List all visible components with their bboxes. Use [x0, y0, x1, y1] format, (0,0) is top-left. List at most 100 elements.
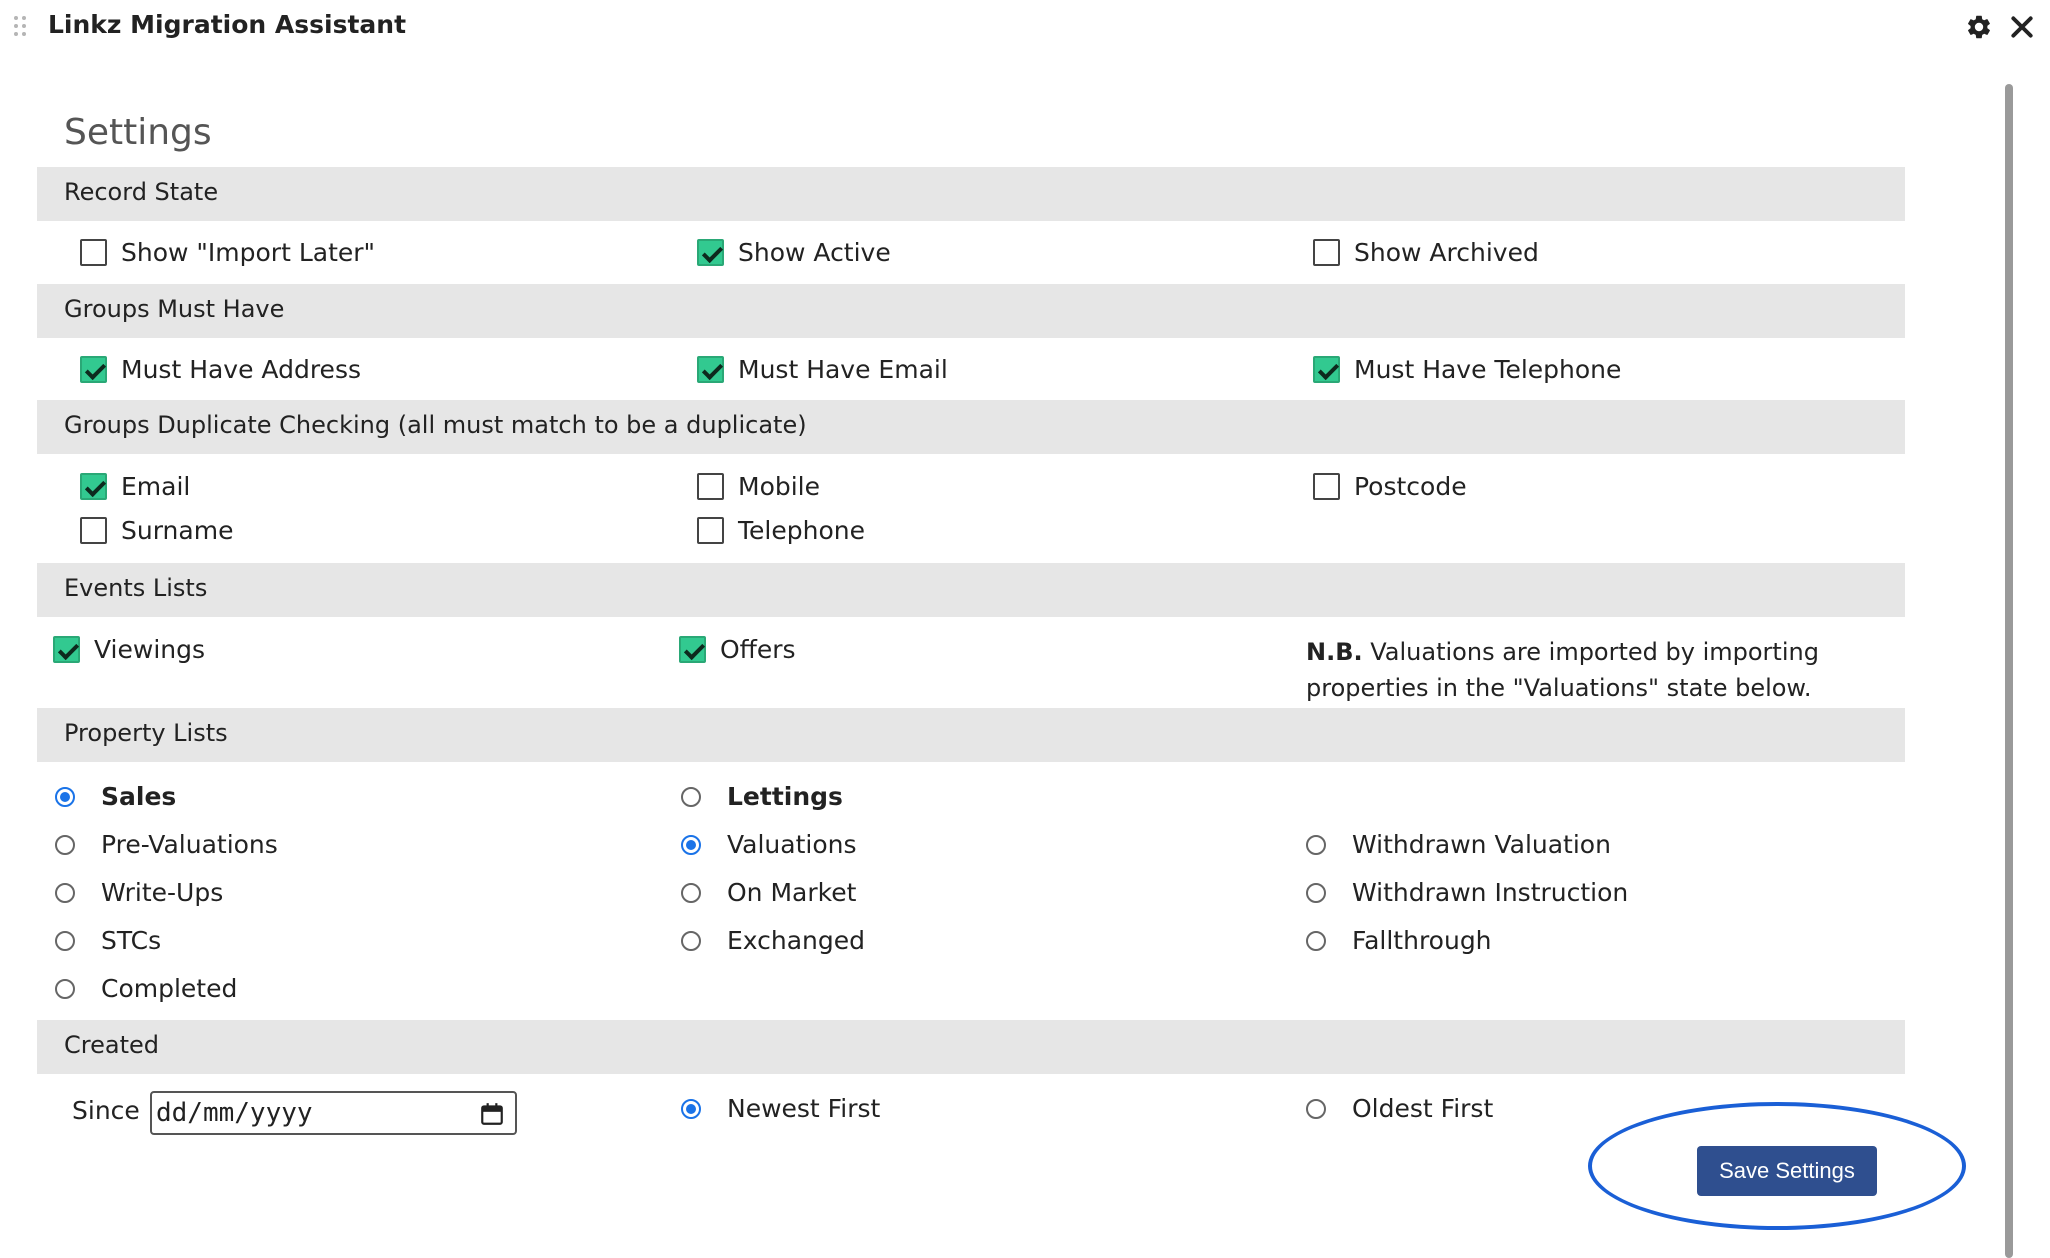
- checkbox-label: Must Have Email: [738, 355, 948, 384]
- since-label: Since: [72, 1096, 140, 1125]
- checkbox-box[interactable]: [1313, 239, 1340, 266]
- radio-label: Exchanged: [727, 926, 866, 955]
- checkbox-box[interactable]: [80, 239, 107, 266]
- calendar-icon[interactable]: [479, 1101, 505, 1127]
- gear-icon: [1968, 15, 1990, 39]
- radio-button[interactable]: [681, 786, 701, 807]
- dup-telephone-checkbox[interactable]: Telephone: [697, 516, 865, 545]
- checkbox-box[interactable]: [1313, 473, 1340, 500]
- checkbox-box[interactable]: [697, 356, 724, 383]
- date-placeholder: dd/mm/yyyy: [156, 1098, 313, 1128]
- radio-withdrawn-valuation[interactable]: Withdrawn Valuation: [1306, 830, 1611, 859]
- section-header-record-state: Record State: [37, 167, 1905, 221]
- radio-button[interactable]: [55, 978, 75, 999]
- radio-label: Withdrawn Valuation: [1352, 830, 1611, 859]
- radio-lettings[interactable]: Lettings: [681, 782, 843, 811]
- section-heading: Created: [64, 1031, 159, 1059]
- radio-on-market[interactable]: On Market: [681, 878, 856, 907]
- radio-button[interactable]: [1306, 930, 1326, 951]
- section-heading: Record State: [64, 178, 219, 206]
- show-active-checkbox[interactable]: Show Active: [697, 238, 891, 267]
- radio-label: Pre-Valuations: [101, 830, 278, 859]
- radio-label: STCs: [101, 926, 162, 955]
- must-have-address-checkbox[interactable]: Must Have Address: [80, 355, 361, 384]
- checkbox-box[interactable]: [53, 636, 80, 663]
- radio-exchanged[interactable]: Exchanged: [681, 926, 865, 955]
- checkbox-box[interactable]: [697, 473, 724, 500]
- radio-withdrawn-instruction[interactable]: Withdrawn Instruction: [1306, 878, 1628, 907]
- close-button[interactable]: [2005, 10, 2039, 44]
- close-icon: [2011, 16, 2033, 38]
- radio-label: Newest First: [727, 1094, 881, 1123]
- radio-newest-first[interactable]: Newest First: [681, 1094, 880, 1123]
- checkbox-box[interactable]: [80, 517, 107, 544]
- section-header-created: Created: [37, 1020, 1905, 1074]
- section-header-groups-must-have: Groups Must Have: [37, 284, 1905, 338]
- offers-checkbox[interactable]: Offers: [679, 635, 796, 664]
- radio-oldest-first[interactable]: Oldest First: [1306, 1094, 1493, 1123]
- checkbox-label: Telephone: [738, 516, 865, 545]
- section-heading: Property Lists: [64, 719, 228, 747]
- radio-button[interactable]: [681, 930, 701, 951]
- checkbox-box[interactable]: [80, 356, 107, 383]
- radio-button[interactable]: [55, 834, 75, 855]
- section-header-events-lists: Events Lists: [37, 563, 1905, 617]
- show-import-later-checkbox[interactable]: Show "Import Later": [80, 238, 375, 267]
- section-heading: Groups Must Have: [64, 295, 285, 323]
- checkbox-label: Postcode: [1354, 472, 1467, 501]
- section-heading: Groups Duplicate Checking (all must matc…: [64, 411, 807, 439]
- note-bold: N.B.: [1306, 638, 1363, 666]
- checkbox-label: Show "Import Later": [121, 238, 376, 267]
- show-archived-checkbox[interactable]: Show Archived: [1313, 238, 1539, 267]
- radio-completed[interactable]: Completed: [55, 974, 237, 1003]
- section-header-duplicate-checking: Groups Duplicate Checking (all must matc…: [37, 400, 1905, 454]
- radio-stcs[interactable]: STCs: [55, 926, 161, 955]
- settings-button[interactable]: [1962, 10, 1996, 44]
- checkbox-box[interactable]: [1313, 356, 1340, 383]
- note-text: Valuations are imported by importing pro…: [1306, 638, 1819, 702]
- radio-fallthrough[interactable]: Fallthrough: [1306, 926, 1492, 955]
- radio-button[interactable]: [1306, 834, 1326, 855]
- must-have-email-checkbox[interactable]: Must Have Email: [697, 355, 948, 384]
- checkbox-box[interactable]: [697, 239, 724, 266]
- radio-button[interactable]: [55, 786, 75, 807]
- checkbox-box[interactable]: [679, 636, 706, 663]
- radio-label: Sales: [101, 782, 177, 811]
- radio-button[interactable]: [55, 930, 75, 951]
- radio-label: Completed: [101, 974, 238, 1003]
- page-title: Settings: [64, 112, 212, 153]
- dup-email-checkbox[interactable]: Email: [80, 472, 190, 501]
- dup-surname-checkbox[interactable]: Surname: [80, 516, 233, 545]
- must-have-telephone-checkbox[interactable]: Must Have Telephone: [1313, 355, 1621, 384]
- radio-button[interactable]: [681, 882, 701, 903]
- checkbox-label: Offers: [720, 635, 796, 664]
- checkbox-box[interactable]: [697, 517, 724, 544]
- radio-valuations[interactable]: Valuations: [681, 830, 857, 859]
- radio-button[interactable]: [681, 834, 701, 855]
- checkbox-box[interactable]: [80, 473, 107, 500]
- since-date-input[interactable]: dd/mm/yyyy: [150, 1091, 517, 1135]
- radio-label: Valuations: [727, 830, 857, 859]
- radio-button[interactable]: [681, 1098, 701, 1119]
- radio-button[interactable]: [1306, 882, 1326, 903]
- radio-button[interactable]: [1306, 1098, 1326, 1119]
- radio-label: Write-Ups: [101, 878, 224, 907]
- radio-label: Fallthrough: [1352, 926, 1492, 955]
- checkbox-label: Show Active: [738, 238, 891, 267]
- dup-mobile-checkbox[interactable]: Mobile: [697, 472, 820, 501]
- checkbox-label: Email: [121, 472, 191, 501]
- section-header-property-lists: Property Lists: [37, 708, 1905, 762]
- dup-postcode-checkbox[interactable]: Postcode: [1313, 472, 1467, 501]
- radio-pre-valuations[interactable]: Pre-Valuations: [55, 830, 278, 859]
- viewings-checkbox[interactable]: Viewings: [53, 635, 205, 664]
- checkbox-label: Viewings: [94, 635, 206, 664]
- radio-button[interactable]: [55, 882, 75, 903]
- checkbox-label: Mobile: [738, 472, 821, 501]
- drag-handle-icon[interactable]: [14, 16, 30, 42]
- scrollbar[interactable]: [2005, 84, 2013, 1258]
- migration-assistant-window: Linkz Migration Assistant Settings Recor…: [0, 0, 2050, 1258]
- save-settings-button[interactable]: Save Settings: [1697, 1146, 1877, 1196]
- radio-sales[interactable]: Sales: [55, 782, 176, 811]
- radio-write-ups[interactable]: Write-Ups: [55, 878, 223, 907]
- section-heading: Events Lists: [64, 574, 208, 602]
